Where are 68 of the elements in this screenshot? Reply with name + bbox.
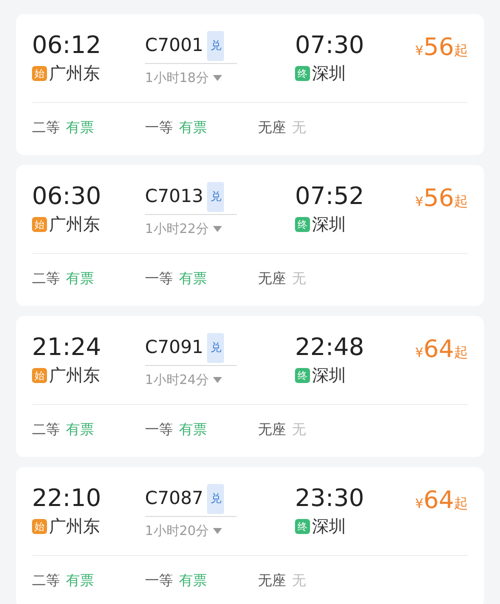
- seat-class: 一等: [145, 421, 173, 439]
- redeem-badge: 兑: [207, 333, 224, 363]
- ticket-status: 有票: [66, 572, 94, 590]
- seat-class: 无座: [258, 119, 286, 137]
- departure-time: 06:12: [32, 31, 102, 59]
- train-number: C7013: [145, 185, 204, 209]
- departure-time: 22:10: [32, 484, 102, 512]
- train-card[interactable]: 06:12 始 广州东 C7001 兑 1小时18分 07:30 终 深圳 ¥56起 二等 有票 一等 有票 无座 无: [16, 14, 484, 155]
- seat-class: 二等: [32, 572, 60, 590]
- ticket-status: 有票: [66, 421, 94, 439]
- train-number: C7001: [145, 34, 204, 58]
- ticket-status: 有票: [66, 119, 94, 137]
- ticket-status: 有票: [179, 270, 207, 288]
- station-name: 深圳: [312, 365, 346, 387]
- station-name: 广州东: [49, 365, 100, 387]
- station-badge: 终: [295, 368, 310, 383]
- seat-class: 无座: [258, 572, 286, 590]
- ticket-status: 有票: [179, 119, 207, 137]
- arrival-time: 22:48: [295, 333, 366, 361]
- station-badge: 始: [32, 368, 47, 383]
- dropdown-caret-icon: [212, 528, 222, 534]
- seat-class: 二等: [32, 421, 60, 439]
- station-badge: 始: [32, 66, 47, 81]
- seat-class: 一等: [145, 119, 173, 137]
- seat-class: 一等: [145, 572, 173, 590]
- ticket-status: 无: [292, 270, 306, 288]
- seat-class: 无座: [258, 421, 286, 439]
- dropdown-caret-icon: [212, 226, 222, 232]
- redeem-badge: 兑: [207, 31, 224, 61]
- train-number: C7087: [145, 487, 204, 511]
- redeem-badge: 兑: [207, 484, 224, 514]
- ticket-status: 无: [292, 421, 306, 439]
- ticket-status: 有票: [179, 572, 207, 590]
- station-name: 深圳: [312, 63, 346, 85]
- train-card[interactable]: 21:24 始 广州东 C7091 兑 1小时24分 22:48 终 深圳 ¥64起 二等 有票 一等 有票 无座 无: [16, 316, 484, 457]
- seat-class: 二等: [32, 119, 60, 137]
- price: ¥56起: [415, 32, 468, 61]
- seat-class: 二等: [32, 270, 60, 288]
- station-badge: 终: [295, 66, 310, 81]
- station-name: 深圳: [312, 516, 346, 538]
- station-name: 广州东: [49, 63, 100, 85]
- station-name: 广州东: [49, 516, 100, 538]
- redeem-badge: 兑: [207, 182, 224, 212]
- seat-class: 一等: [145, 270, 173, 288]
- ticket-status: 无: [292, 119, 306, 137]
- seat-class: 无座: [258, 270, 286, 288]
- station-badge: 始: [32, 519, 47, 534]
- ticket-status: 有票: [66, 270, 94, 288]
- arrival-time: 23:30: [295, 484, 366, 512]
- price: ¥56起: [415, 183, 468, 212]
- price: ¥64起: [415, 485, 468, 514]
- ticket-status: 有票: [179, 421, 207, 439]
- dropdown-caret-icon: [212, 75, 222, 81]
- ticket-status: 无: [292, 572, 306, 590]
- station-badge: 始: [32, 217, 47, 232]
- train-card[interactable]: 22:10 始 广州东 C7087 兑 1小时20分 23:30 终 深圳 ¥64起 二等 有票 一等 有票 无座 无: [16, 467, 484, 604]
- station-name: 广州东: [49, 214, 100, 236]
- train-number: C7091: [145, 336, 204, 360]
- departure-time: 21:24: [32, 333, 102, 361]
- departure-time: 06:30: [32, 182, 102, 210]
- arrival-time: 07:30: [295, 31, 366, 59]
- station-badge: 终: [295, 519, 310, 534]
- station-name: 深圳: [312, 214, 346, 236]
- arrival-time: 07:52: [295, 182, 366, 210]
- station-badge: 终: [295, 217, 310, 232]
- price: ¥64起: [415, 334, 468, 363]
- train-card[interactable]: 06:30 始 广州东 C7013 兑 1小时22分 07:52 终 深圳 ¥56起 二等 有票 一等 有票 无座 无: [16, 165, 484, 306]
- dropdown-caret-icon: [212, 377, 222, 383]
